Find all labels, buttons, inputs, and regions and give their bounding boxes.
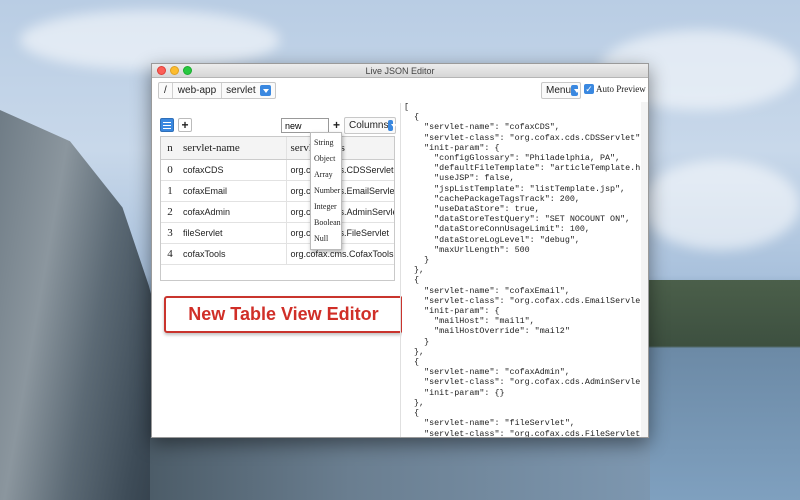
table-row[interactable]: 4 cofaxTools org.cofax.cms.CofaxToolsSer…	[161, 243, 394, 265]
minimize-button[interactable]	[170, 66, 179, 75]
columns-select[interactable]: Columns	[344, 117, 397, 134]
menu-item-boolean[interactable]: Boolean	[311, 215, 341, 231]
menu-select[interactable]: Menu	[541, 82, 581, 99]
cell-servlet-name[interactable]: cofaxTools	[179, 243, 286, 265]
checkbox-checked-icon[interactable]: ✓	[584, 84, 594, 94]
pane-divider[interactable]	[400, 103, 401, 437]
menu-item-object[interactable]: Object	[311, 151, 341, 167]
breadcrumb: / web-app servlet	[158, 82, 276, 99]
desktop-shore	[150, 437, 650, 500]
row-index: 4	[161, 243, 179, 265]
column-header-n[interactable]: n	[161, 137, 179, 160]
cloud	[640, 160, 800, 250]
json-scrollbar[interactable]	[641, 102, 648, 437]
table-header-row: n servlet-name servlet-class	[161, 137, 394, 160]
menu-item-integer[interactable]: Integer	[311, 199, 341, 215]
row-index: 1	[161, 180, 179, 202]
table-view-button[interactable]	[160, 118, 174, 132]
menu-item-null[interactable]: Null	[311, 231, 341, 247]
desktop-cliff	[0, 110, 175, 500]
plus-icon: +	[181, 118, 189, 132]
cell-servlet-name[interactable]: cofaxEmail	[179, 180, 286, 202]
auto-preview-label: Auto Preview	[596, 84, 646, 94]
breadcrumb-root[interactable]: /	[159, 83, 173, 98]
list-icon	[163, 121, 171, 129]
cell-servlet-name[interactable]: cofaxCDS	[179, 159, 286, 181]
window-controls	[157, 66, 192, 75]
table-row[interactable]: 1 cofaxEmail org.cofax.cds.EmailServlet	[161, 180, 394, 202]
table-row[interactable]: 2 cofaxAdmin org.cofax.cds.AdminServlet	[161, 201, 394, 223]
chevron-down-icon	[571, 85, 580, 96]
title-bar: Live JSON Editor	[152, 64, 648, 78]
chevron-down-icon	[388, 120, 397, 131]
auto-preview-toggle[interactable]: ✓ Auto Preview	[584, 84, 646, 94]
breadcrumb-web-app[interactable]: web-app	[173, 83, 223, 98]
feature-callout: New Table View Editor	[164, 296, 403, 333]
window-title: Live JSON Editor	[365, 66, 435, 76]
cell-servlet-name[interactable]: cofaxAdmin	[179, 201, 286, 223]
menu-item-string[interactable]: String	[311, 135, 341, 151]
close-button[interactable]	[157, 66, 166, 75]
row-index: 0	[161, 159, 179, 181]
servlet-table: n servlet-name servlet-class 0 cofaxCDS …	[161, 137, 394, 265]
app-window: Live JSON Editor / web-app servlet Menu …	[151, 63, 649, 438]
plus-icon: +	[332, 118, 340, 132]
table-row[interactable]: 3 fileServlet org.cofax.cds.FileServlet	[161, 222, 394, 244]
table-view: n servlet-name servlet-class 0 cofaxCDS …	[160, 136, 395, 281]
columns-label: Columns	[349, 120, 389, 131]
row-index: 2	[161, 201, 179, 223]
breadcrumb-select[interactable]: servlet	[222, 83, 274, 98]
editor-body: / web-app servlet Menu ✓ Auto Preview + …	[152, 78, 648, 437]
add-row-button[interactable]: +	[178, 118, 192, 132]
type-dropdown-menu: String Object Array Number Integer Boole…	[310, 132, 342, 250]
menu-label: Menu	[546, 85, 572, 96]
add-field-button[interactable]: +	[330, 118, 343, 133]
breadcrumb-selected-label: servlet	[226, 85, 256, 96]
column-header-servlet-name[interactable]: servlet-name	[179, 137, 286, 160]
zoom-button[interactable]	[183, 66, 192, 75]
json-preview-pane[interactable]: [ { "servlet-name": "cofaxCDS", "servlet…	[402, 102, 640, 437]
table-row[interactable]: 0 cofaxCDS org.cofax.cds.CDSServlet	[161, 159, 394, 181]
cloud	[20, 10, 280, 70]
menu-item-number[interactable]: Number	[311, 183, 341, 199]
menu-item-array[interactable]: Array	[311, 167, 341, 183]
new-key-input[interactable]	[281, 118, 329, 133]
cell-servlet-name[interactable]: fileServlet	[179, 222, 286, 244]
row-index: 3	[161, 222, 179, 244]
chevron-down-icon	[259, 85, 271, 96]
json-preview-text[interactable]: [ { "servlet-name": "cofaxCDS", "servlet…	[402, 102, 640, 437]
